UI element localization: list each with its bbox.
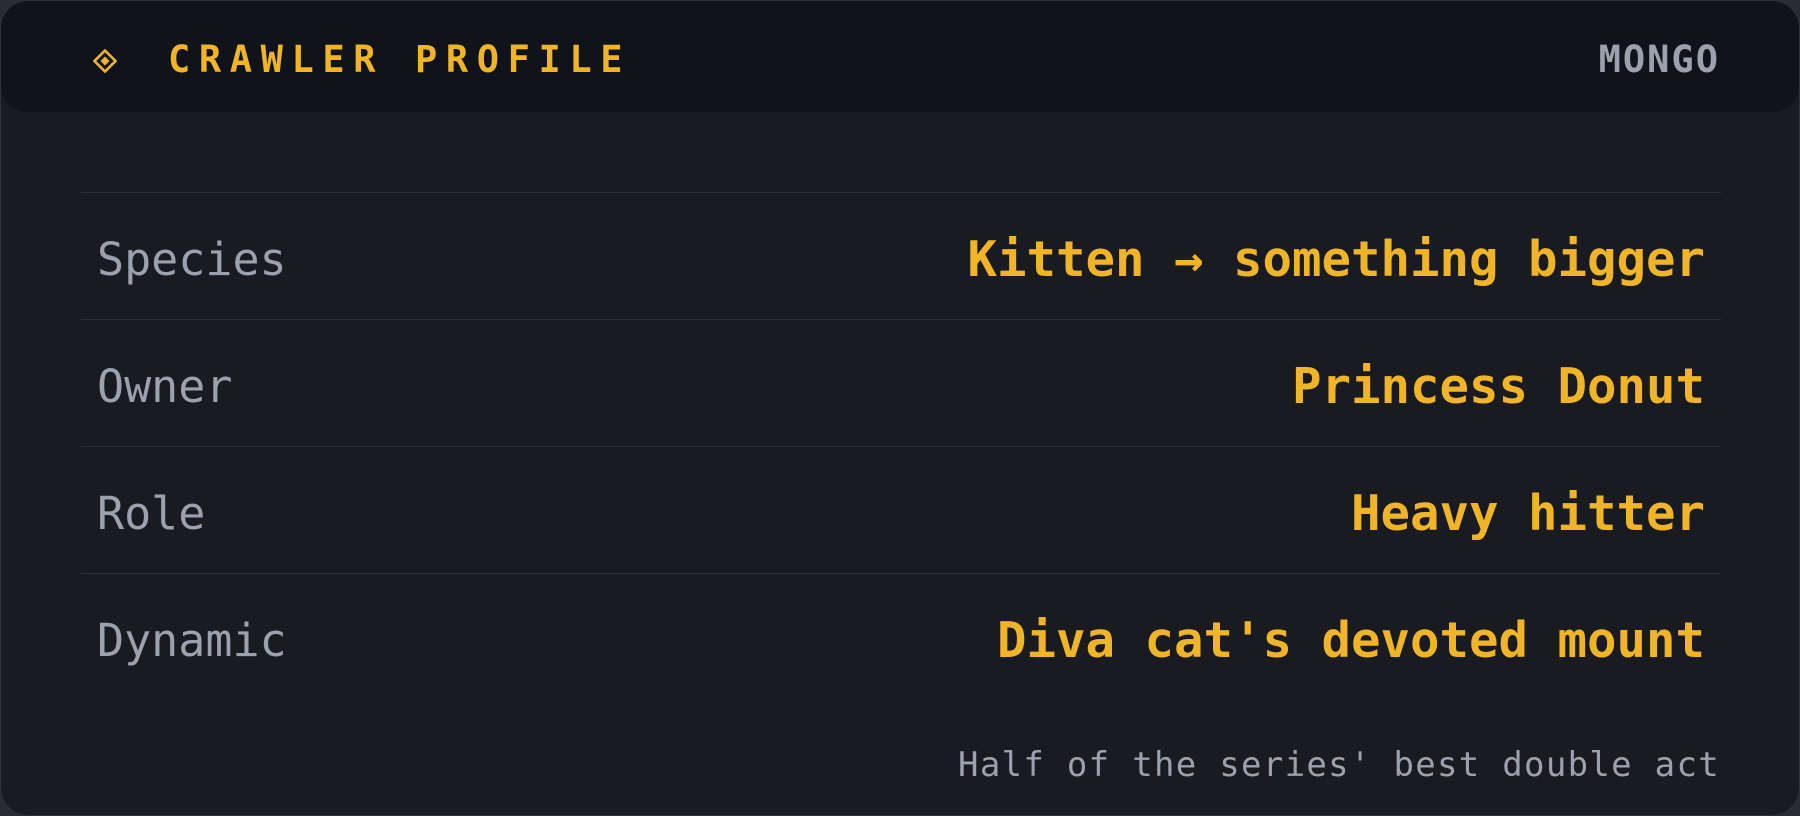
profile-row-role: Role Heavy hitter bbox=[81, 446, 1721, 573]
row-label: Species bbox=[97, 233, 287, 286]
card-footnote: Half of the series' best double act bbox=[958, 745, 1720, 785]
row-label: Dynamic bbox=[97, 614, 287, 667]
row-value: Princess Donut bbox=[1291, 358, 1705, 415]
row-value: Heavy hitter bbox=[1350, 485, 1705, 542]
row-label: Role bbox=[97, 487, 206, 540]
card-header: CRAWLER PROFILE MONGO bbox=[1, 1, 1799, 112]
profile-row-species: Species Kitten → something bigger bbox=[81, 192, 1721, 319]
crawler-profile-card: CRAWLER PROFILE MONGO Species Kitten → s… bbox=[0, 0, 1800, 816]
row-value: Kitten → something bigger bbox=[967, 231, 1705, 288]
card-title: CRAWLER PROFILE bbox=[168, 38, 632, 81]
row-value: Diva cat's devoted mount bbox=[996, 612, 1705, 669]
diamond-icon bbox=[93, 49, 117, 73]
profile-row-owner: Owner Princess Donut bbox=[81, 319, 1721, 446]
profile-rows: Species Kitten → something bigger Owner … bbox=[81, 192, 1721, 700]
profile-row-dynamic: Dynamic Diva cat's devoted mount bbox=[81, 573, 1721, 700]
crawler-name-tag: MONGO bbox=[1598, 38, 1720, 81]
row-label: Owner bbox=[97, 360, 233, 413]
